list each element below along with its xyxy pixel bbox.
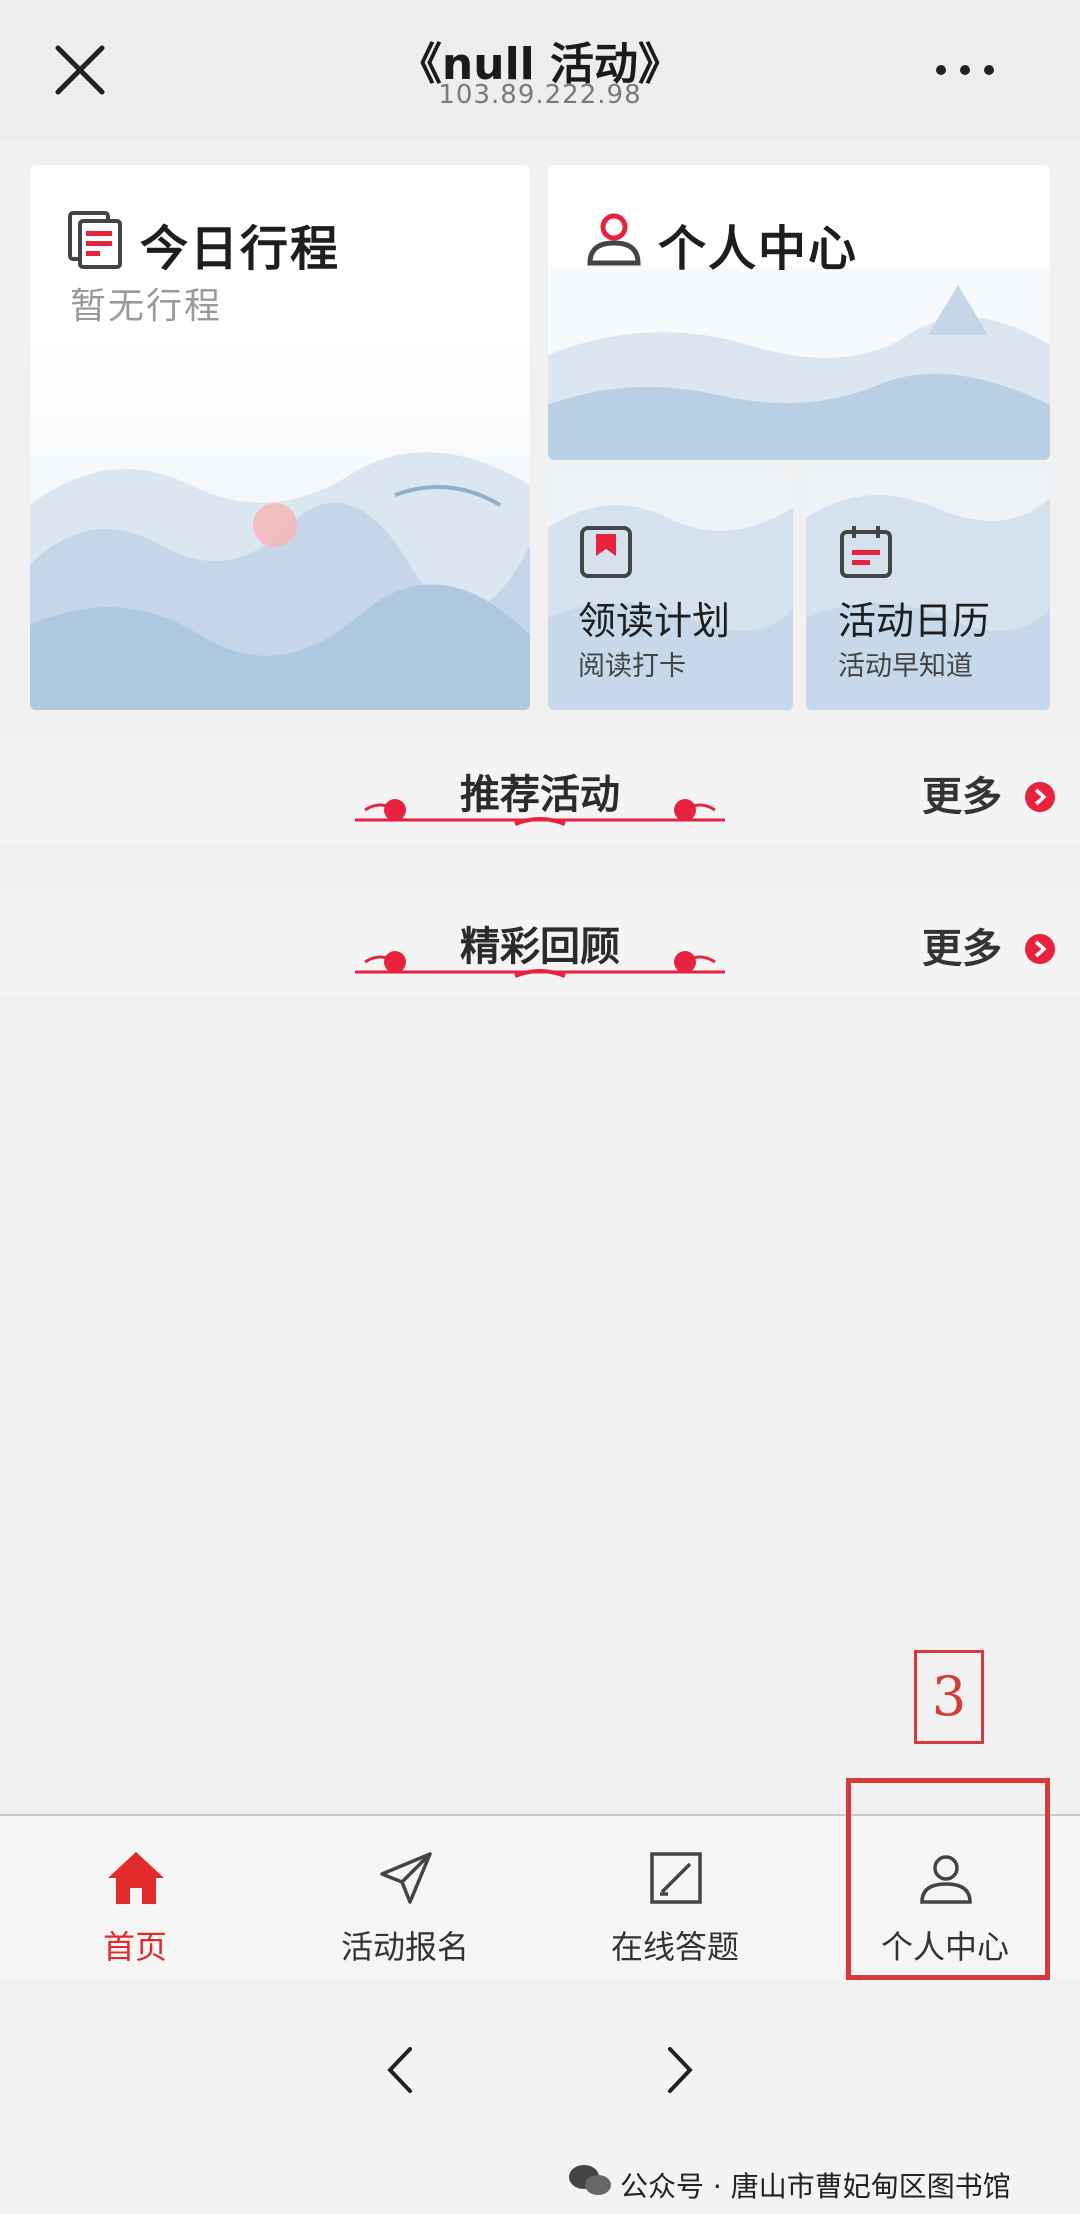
more-dot-icon — [960, 65, 970, 75]
landscape-illustration — [548, 265, 1050, 460]
today-schedule-card[interactable]: 今日行程 暂无行程 — [30, 165, 530, 710]
activity-calendar-title: 活动日历 — [838, 599, 991, 643]
personal-center-title: 个人中心 — [658, 221, 859, 277]
highlights-section-title: 精彩回顾 — [460, 924, 620, 970]
schedule-icon — [68, 211, 122, 269]
user-icon — [587, 213, 641, 266]
watermark-text: 公众号 · 唐山市曹妃甸区图书馆 — [620, 2170, 1011, 2203]
more-options-button[interactable] — [930, 50, 1010, 90]
highlights-more-link[interactable]: 更多 — [922, 916, 1002, 974]
annotation-highlight-box — [846, 1778, 1050, 1980]
browser-toolbar: 公众号 · 唐山市曹妃甸区图书馆 — [0, 1985, 1080, 2214]
edit-icon — [650, 1852, 702, 1904]
nav-label-registration: 活动报名 — [340, 1928, 469, 1966]
page-subtitle: 103.89.222.98 — [438, 80, 642, 110]
reading-plan-card[interactable]: 领读计划 阅读打卡 — [548, 468, 793, 710]
today-schedule-title: 今日行程 — [140, 221, 341, 277]
activity-calendar-card[interactable]: 活动日历 活动早知道 — [806, 468, 1050, 710]
calendar-icon — [840, 526, 892, 578]
chevron-right-icon[interactable] — [1025, 782, 1055, 812]
reading-plan-subtitle: 阅读打卡 — [578, 651, 686, 682]
today-schedule-subtitle: 暂无行程 — [70, 286, 223, 327]
chevron-left-icon — [387, 2047, 412, 2093]
landscape-illustration — [30, 335, 530, 710]
nav-label-home: 首页 — [102, 1928, 167, 1966]
more-dot-icon — [984, 65, 994, 75]
home-icon — [108, 1852, 164, 1904]
more-dot-icon — [936, 65, 946, 75]
personal-center-card[interactable]: 个人中心 — [548, 165, 1050, 460]
wechat-icon — [569, 2165, 611, 2195]
nav-item-registration[interactable]: 活动报名 — [270, 1816, 540, 1982]
annotation-step-number: 3 — [914, 1650, 984, 1744]
back-button[interactable] — [370, 2035, 430, 2105]
nav-item-home[interactable]: 首页 — [0, 1816, 270, 1982]
recommended-section-header: 推荐活动 更多 — [0, 736, 1080, 846]
nav-item-quiz[interactable]: 在线答题 — [540, 1816, 810, 1982]
recommended-section-title: 推荐活动 — [460, 772, 620, 818]
highlights-section-header: 精彩回顾 更多 — [0, 888, 1080, 998]
recommended-more-link[interactable]: 更多 — [922, 764, 1002, 822]
chevron-right-icon[interactable] — [1025, 934, 1055, 964]
nav-label-quiz: 在线答题 — [610, 1928, 739, 1966]
forward-button[interactable] — [650, 2035, 710, 2105]
activity-calendar-subtitle: 活动早知道 — [838, 651, 973, 682]
chevron-right-icon — [668, 2047, 693, 2093]
reading-plan-title: 领读计划 — [578, 599, 731, 643]
send-icon — [380, 1852, 432, 1904]
bookmark-icon — [580, 526, 632, 578]
